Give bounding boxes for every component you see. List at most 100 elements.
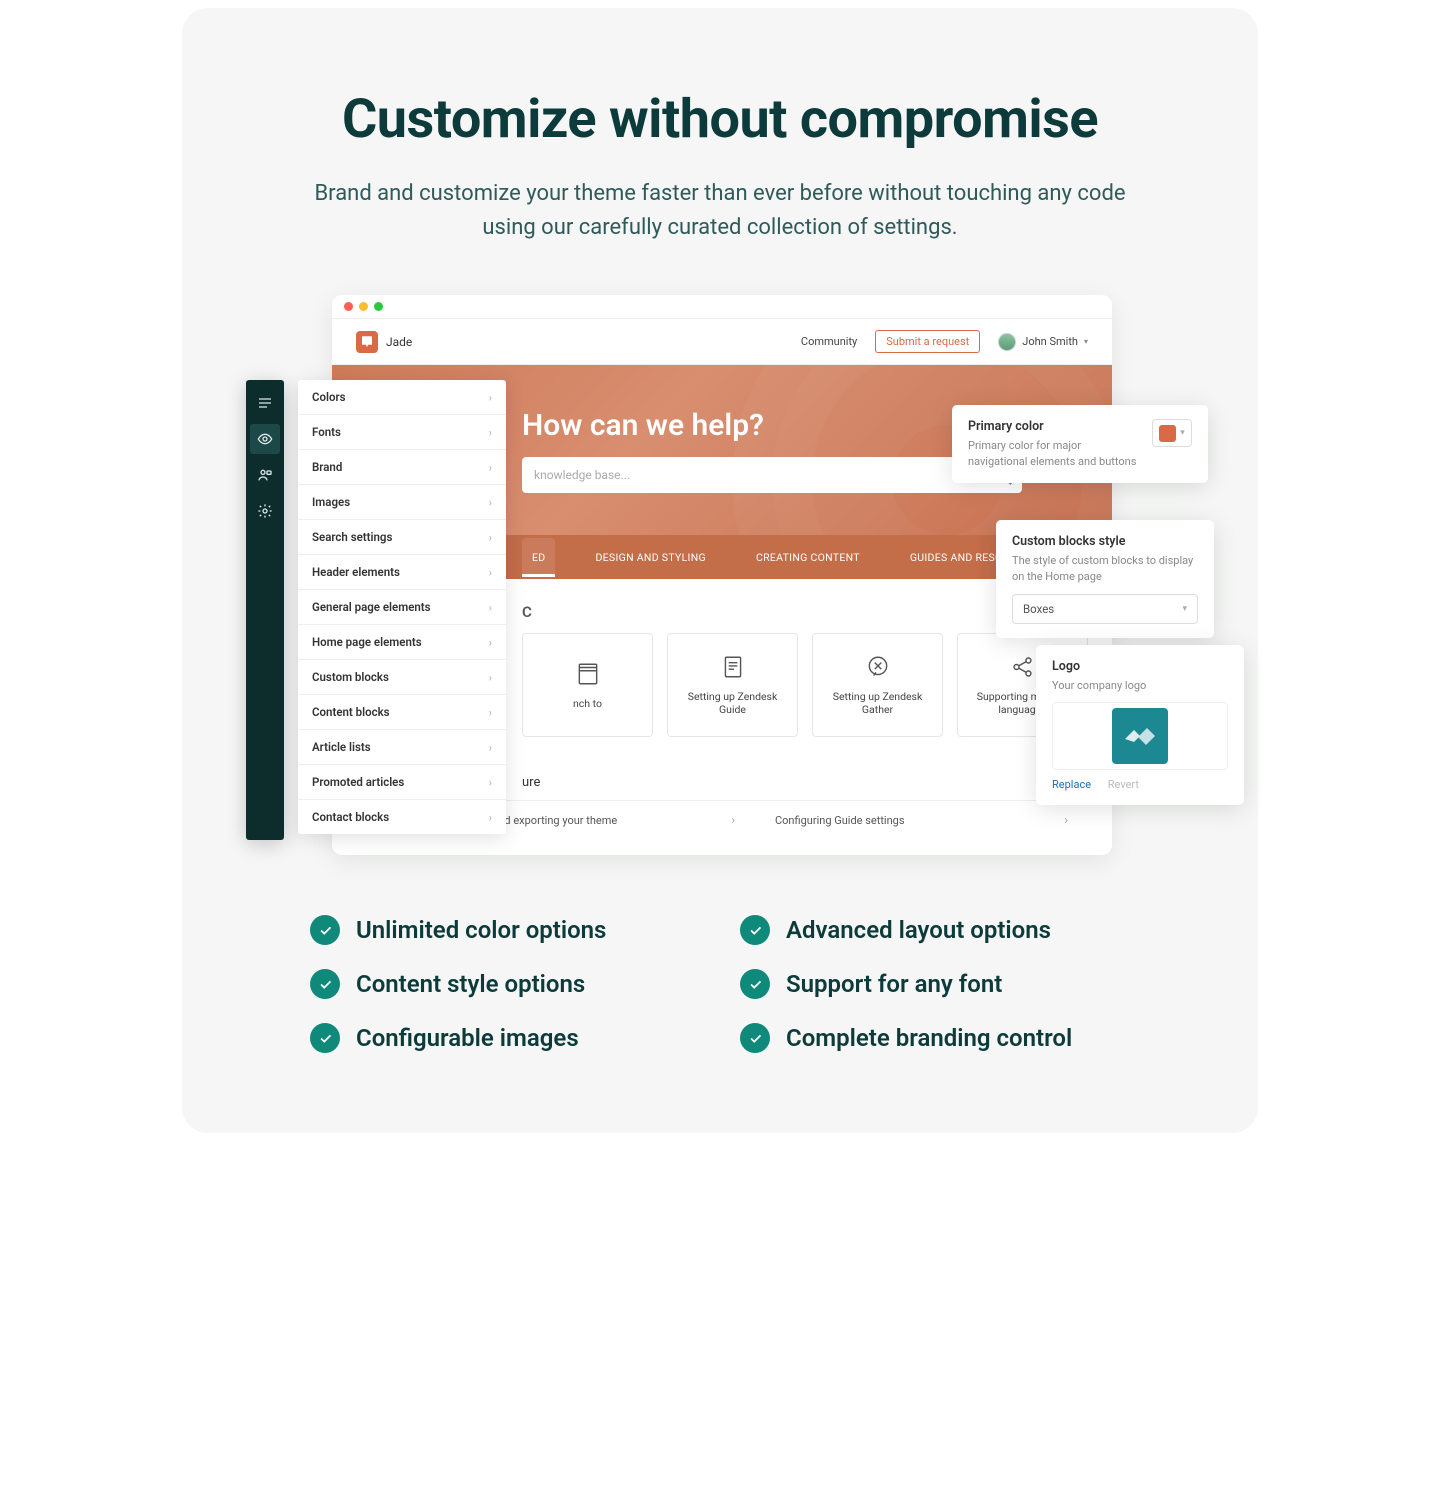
app-mockup: Jade Community Submit a request John Smi… [240,295,1200,875]
brand-block[interactable]: Jade [356,331,412,353]
feature-item: Complete branding control [740,1023,1130,1053]
panel-title: Primary color [968,419,1140,434]
select-value: Boxes [1023,602,1054,616]
chevron-right-icon: › [489,706,492,719]
logo-actions: Replace Revert [1052,778,1228,791]
hero-title: Customize without compromise [302,88,1138,151]
setting-label: Content blocks [312,705,390,719]
feature-item: Unlimited color options [310,915,700,945]
article-cards: nch to Setting up Zendesk Guide Setting … [522,633,1088,737]
setting-item-custom-blocks[interactable]: Custom blocks › [298,660,506,695]
feature-item: Advanced layout options [740,915,1130,945]
replace-button[interactable]: Replace [1052,778,1091,791]
window-controls [332,295,1112,319]
setting-item-home-page-elements[interactable]: Home page elements › [298,625,506,660]
feature-grid: Unlimited color options Advanced layout … [310,915,1130,1053]
primary-color-panel: Primary color Primary color for major na… [952,405,1208,483]
setting-label: Images [312,495,350,509]
chat-icon [865,654,891,680]
setting-label: Home page elements [312,635,422,649]
custom-blocks-panel: Custom blocks style The style of custom … [996,520,1214,638]
setting-label: Header elements [312,565,400,579]
tab-creating-content[interactable]: CREATING CONTENT [746,538,870,577]
chevron-down-icon: ▾ [1180,428,1185,438]
check-icon [740,1023,770,1053]
footer-link[interactable]: Configuring Guide settings › [755,813,1088,827]
setting-label: Brand [312,460,342,474]
search-placeholder: knowledge base... [534,468,630,482]
minimize-dot-icon[interactable] [359,302,368,311]
color-picker[interactable]: ▾ [1152,419,1192,447]
chevron-right-icon: › [489,426,492,439]
user-name-label: John Smith [1022,335,1078,348]
feature-label: Configurable images [356,1024,579,1052]
logo-mark-icon [1122,724,1158,748]
setting-item-images[interactable]: Images › [298,485,506,520]
feature-label: Complete branding control [786,1024,1072,1052]
toolbar-users-button[interactable] [250,460,280,490]
check-icon [310,969,340,999]
setting-label: Promoted articles [312,775,404,789]
check-icon [740,915,770,945]
color-swatch-icon [1159,425,1176,442]
hero-section: Customize without compromise Brand and c… [182,88,1258,245]
close-dot-icon[interactable] [344,302,353,311]
panel-title: Custom blocks style [1012,534,1198,549]
toolbar-preview-button[interactable] [250,424,280,454]
setting-label: General page elements [312,600,431,614]
article-card[interactable]: Setting up Zendesk Guide [667,633,798,737]
setting-item-search-settings[interactable]: Search settings› [298,520,506,555]
feature-label: Content style options [356,970,585,998]
card-title: Setting up Zendesk Guide [676,690,789,716]
feature-item: Configurable images [310,1023,700,1053]
setting-item-fonts[interactable]: Fonts › [298,415,506,450]
setting-item-content-blocks[interactable]: Content blocks › [298,695,506,730]
book-icon [575,661,601,687]
submit-request-button[interactable]: Submit a request [875,330,980,353]
tab-getting-started[interactable]: ED [522,538,555,577]
chevron-right-icon: › [489,636,492,649]
editor-side-toolbar [246,380,284,840]
check-icon [740,969,770,999]
chevron-right-icon: › [489,496,492,509]
panel-desc: Your company logo [1052,678,1228,693]
maximize-dot-icon[interactable] [374,302,383,311]
article-card[interactable]: Setting up Zendesk Gather [812,633,943,737]
setting-label: Custom blocks [312,670,389,684]
panel-desc: Primary color for major navigational ele… [968,438,1140,469]
revert-button[interactable]: Revert [1108,778,1139,791]
feature-item: Content style options [310,969,700,999]
setting-label: Colors [312,390,346,404]
brand-name: Jade [386,335,412,349]
logo-preview [1052,702,1228,770]
setting-item-general-page-elements[interactable]: General page elements › [298,590,506,625]
user-menu[interactable]: John Smith ▾ [998,333,1088,351]
setting-item-header-elements[interactable]: Header elements› [298,555,506,590]
setting-item-contact-blocks[interactable]: Contact blocks› [298,800,506,834]
setting-label: Contact blocks [312,810,389,824]
setting-item-article-lists[interactable]: Article lists› [298,730,506,765]
chevron-right-icon: › [489,601,492,614]
promo-card: Customize without compromise Brand and c… [182,8,1258,1133]
article-card[interactable]: nch to [522,633,653,737]
brand-logo-icon [356,331,378,353]
nav-community-link[interactable]: Community [801,335,857,348]
card-title: Setting up Zendesk Gather [821,690,934,716]
chevron-right-icon: › [489,461,492,474]
tab-design-styling[interactable]: DESIGN AND STYLING [585,538,715,577]
setting-item-brand[interactable]: Brand › [298,450,506,485]
toolbar-layers-button[interactable] [250,388,280,418]
toolbar-settings-button[interactable] [250,496,280,526]
chevron-right-icon: › [489,741,492,754]
setting-item-promoted-articles[interactable]: Promoted articles› [298,765,506,800]
setting-item-colors[interactable]: Colors› [298,380,506,415]
panel-desc: The style of custom blocks to display on… [1012,553,1198,584]
chevron-right-icon: › [489,671,492,684]
feature-item: Support for any font [740,969,1130,999]
card-title: nch to [573,697,602,710]
blocks-style-select[interactable]: Boxes ▾ [1012,594,1198,624]
setting-label: Fonts [312,425,341,439]
search-input[interactable]: knowledge base... [522,457,1022,493]
chevron-right-icon: › [731,813,735,827]
panel-title: Logo [1052,659,1228,674]
